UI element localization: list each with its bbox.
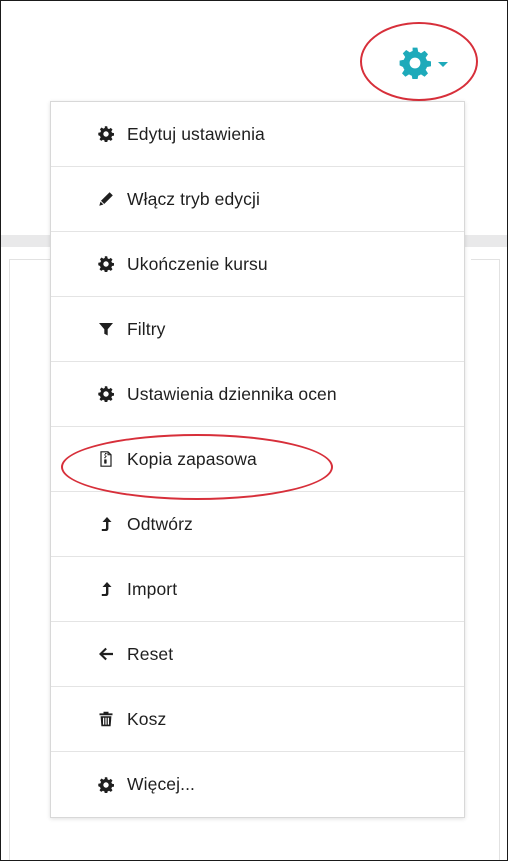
menu-item-course-completion[interactable]: Ukończenie kursu — [51, 232, 464, 297]
menu-item-label: Import — [127, 578, 178, 599]
content-card-right-edge — [471, 259, 500, 860]
menu-item-label: Filtry — [127, 318, 166, 339]
upload-arrow-icon — [98, 581, 114, 597]
trash-icon — [98, 711, 114, 727]
settings-menu-toggle[interactable] — [399, 46, 467, 80]
gear-icon — [98, 777, 114, 793]
menu-item-edit-mode[interactable]: Włącz tryb edycji — [51, 167, 464, 232]
menu-item-backup[interactable]: Kopia zapasowa — [51, 427, 464, 492]
pencil-icon — [98, 191, 114, 207]
menu-item-recycle-bin[interactable]: Kosz — [51, 687, 464, 752]
upload-arrow-icon — [98, 516, 114, 532]
menu-item-more[interactable]: Więcej... — [51, 752, 464, 817]
menu-item-label: Edytuj ustawienia — [127, 123, 265, 144]
menu-item-reset[interactable]: Reset — [51, 622, 464, 687]
caret-down-icon — [438, 61, 448, 67]
page-frame: Edytuj ustawienia Włącz tryb edycji Ukoń… — [0, 0, 508, 861]
filter-icon — [98, 321, 114, 337]
menu-item-label: Kopia zapasowa — [127, 448, 257, 469]
menu-item-label: Ustawienia dziennika ocen — [127, 383, 337, 404]
menu-item-import[interactable]: Import — [51, 557, 464, 622]
menu-item-label: Włącz tryb edycji — [127, 188, 260, 209]
gear-icon — [98, 386, 114, 402]
content-card-left-edge — [9, 259, 52, 860]
menu-item-gradebook-setup[interactable]: Ustawienia dziennika ocen — [51, 362, 464, 427]
menu-item-label: Ukończenie kursu — [127, 253, 268, 274]
gear-icon — [98, 256, 114, 272]
menu-item-label: Reset — [127, 643, 174, 664]
arrow-left-icon — [98, 646, 114, 662]
gear-icon — [399, 47, 431, 79]
menu-item-filters[interactable]: Filtry — [51, 297, 464, 362]
menu-item-label: Więcej... — [127, 774, 195, 794]
gear-icon — [98, 126, 114, 142]
menu-item-restore[interactable]: Odtwórz — [51, 492, 464, 557]
menu-item-label: Odtwórz — [127, 513, 193, 534]
menu-item-label: Kosz — [127, 708, 167, 729]
archive-file-icon — [98, 451, 114, 467]
menu-item-edit-settings[interactable]: Edytuj ustawienia — [51, 102, 464, 167]
settings-dropdown-menu: Edytuj ustawienia Włącz tryb edycji Ukoń… — [50, 101, 465, 818]
